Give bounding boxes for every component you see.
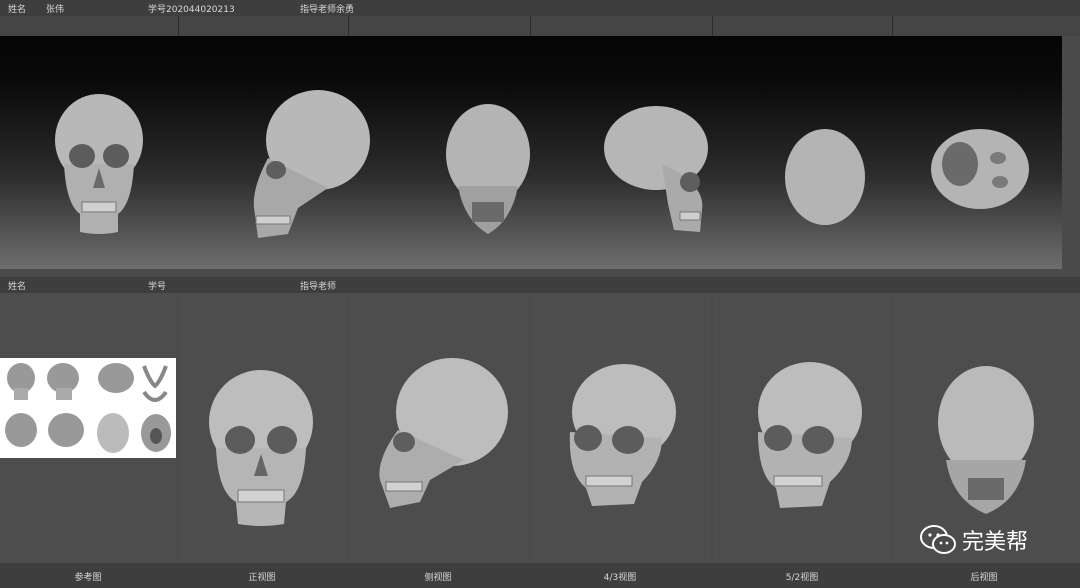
skull-quarter-4 bbox=[569, 364, 676, 506]
ref-skull bbox=[47, 363, 79, 400]
caption-bar bbox=[0, 563, 1080, 588]
skull-back-top bbox=[446, 104, 530, 234]
divider bbox=[530, 16, 531, 36]
skull-top-view bbox=[785, 129, 865, 225]
ref-skull bbox=[141, 414, 171, 452]
caption-reference: 参考图 bbox=[74, 573, 102, 583]
skull-front-top bbox=[55, 94, 143, 234]
top-column-bar bbox=[0, 16, 1080, 36]
skull-bottom-view bbox=[931, 129, 1029, 209]
name-label: 姓名 bbox=[8, 282, 27, 292]
skull-quarter-top bbox=[604, 106, 708, 232]
mid-info-bar: 姓名 学号 指导老师 bbox=[0, 277, 1080, 293]
student-id: 学号202044020213 bbox=[148, 5, 235, 15]
caption-back: 后视图 bbox=[970, 573, 998, 583]
divider bbox=[178, 16, 179, 36]
caption-side: 侧视图 bbox=[424, 573, 452, 583]
caption-quarter-4: 4/3视图 bbox=[603, 573, 637, 583]
skull-back bbox=[938, 366, 1034, 514]
wechat-icon bbox=[920, 525, 956, 554]
ref-skull bbox=[7, 363, 35, 400]
caption-front: 正视图 bbox=[248, 573, 276, 583]
teacher: 指导老师余勇 bbox=[300, 5, 355, 15]
ref-skull bbox=[5, 413, 37, 447]
skull-quarter-5 bbox=[758, 362, 862, 508]
student-id-label: 学号 bbox=[148, 282, 167, 292]
name-value: 张伟 bbox=[46, 5, 65, 15]
skull-side-top bbox=[253, 90, 370, 238]
ref-skull bbox=[98, 363, 134, 393]
top-info-bar: 姓名 张伟 学号202044020213 指导老师余勇 bbox=[0, 0, 1080, 16]
divider bbox=[712, 16, 713, 36]
divider bbox=[348, 16, 349, 36]
watermark-text: 完美帮 bbox=[962, 530, 1029, 555]
reference-image bbox=[0, 358, 176, 458]
ref-jaw bbox=[142, 365, 168, 402]
divider bbox=[892, 16, 893, 36]
caption-quarter-5: 5/2视图 bbox=[785, 573, 819, 583]
name-label: 姓名 bbox=[8, 5, 27, 15]
skull-side bbox=[379, 358, 508, 508]
watermark: 完美帮 bbox=[920, 524, 1028, 556]
ref-skull bbox=[48, 413, 84, 447]
ref-skull bbox=[97, 413, 129, 453]
skull-front bbox=[209, 370, 313, 526]
teacher-label: 指导老师 bbox=[300, 282, 337, 292]
